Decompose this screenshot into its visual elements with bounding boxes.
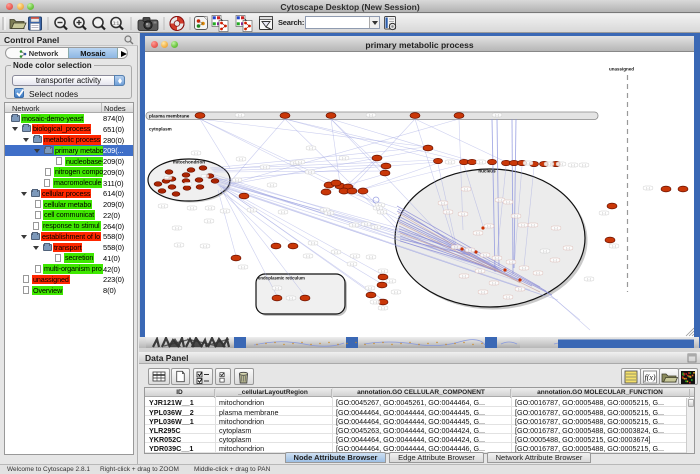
svg-text:unassigned: unassigned xyxy=(609,67,634,72)
svg-text:[...]: [...] xyxy=(495,256,499,260)
svg-text:[...]: [...] xyxy=(492,281,496,285)
svg-text:[...]: [...] xyxy=(461,212,465,216)
svg-text:[...]: [...] xyxy=(498,198,502,202)
svg-text:[...]: [...] xyxy=(582,163,586,167)
svg-text:[...]: [...] xyxy=(207,219,211,223)
svg-text:[...]: [...] xyxy=(374,225,378,229)
svg-text:[...]: [...] xyxy=(448,160,452,164)
svg-text:[...]: [...] xyxy=(364,222,368,226)
svg-text:[...]: [...] xyxy=(353,254,357,258)
svg-text:[...]: [...] xyxy=(235,178,239,182)
svg-text:[...]: [...] xyxy=(368,286,372,290)
svg-text:[...]: [...] xyxy=(479,160,483,164)
svg-text:[...]: [...] xyxy=(223,209,227,213)
svg-text:[...]: [...] xyxy=(521,223,525,227)
svg-text:[...]: [...] xyxy=(522,266,526,270)
svg-text:[...]: [...] xyxy=(270,183,274,187)
svg-text:[...]: [...] xyxy=(446,210,450,214)
svg-text:[...]: [...] xyxy=(483,253,487,257)
svg-text:[...]: [...] xyxy=(306,254,310,258)
svg-text:[...]: [...] xyxy=(468,248,472,252)
svg-text:[...]: [...] xyxy=(263,165,267,169)
svg-text:[...]: [...] xyxy=(518,287,522,291)
svg-text:[...]: [...] xyxy=(464,187,468,191)
svg-text:[...]: [...] xyxy=(342,156,346,160)
svg-text:[...]: [...] xyxy=(250,208,254,212)
svg-text:[...]: [...] xyxy=(238,113,242,117)
svg-text:1:1: 1:1 xyxy=(113,21,120,26)
svg-text:[...]: [...] xyxy=(543,249,547,253)
svg-text:[...]: [...] xyxy=(571,163,575,167)
svg-text:[...]: [...] xyxy=(380,210,384,214)
svg-text:[...]: [...] xyxy=(506,295,510,299)
svg-text:[...]: [...] xyxy=(553,258,557,262)
svg-text:[...]: [...] xyxy=(646,186,650,190)
svg-text:[...]: [...] xyxy=(275,286,279,290)
svg-text:[...]: [...] xyxy=(462,274,466,278)
svg-text:[...]: [...] xyxy=(514,214,518,218)
svg-text:[...]: [...] xyxy=(289,296,293,300)
svg-text:[...]: [...] xyxy=(369,255,373,259)
svg-text:mitochondrion: mitochondrion xyxy=(173,160,205,165)
svg-text:[...]: [...] xyxy=(454,245,458,249)
svg-text:[...]: [...] xyxy=(311,241,315,245)
svg-text:[...]: [...] xyxy=(495,113,499,117)
svg-text:[...]: [...] xyxy=(175,226,179,230)
svg-text:[...]: [...] xyxy=(334,250,338,254)
svg-text:[...]: [...] xyxy=(441,201,445,205)
svg-text:[...]: [...] xyxy=(481,290,485,294)
svg-text:[...]: [...] xyxy=(203,244,207,248)
svg-text:[...]: [...] xyxy=(487,224,491,228)
svg-text:[...]: [...] xyxy=(373,300,377,304)
svg-text:[...]: [...] xyxy=(526,161,530,165)
svg-text:cytoplasm: cytoplasm xyxy=(149,126,172,131)
svg-text:[...]: [...] xyxy=(506,200,510,204)
svg-text:[...]: [...] xyxy=(327,211,331,215)
svg-text:[...]: [...] xyxy=(381,269,385,273)
svg-text:[...]: [...] xyxy=(369,113,373,117)
svg-text:[...]: [...] xyxy=(309,146,313,150)
svg-text:[...]: [...] xyxy=(308,170,312,174)
svg-text:[...]: [...] xyxy=(587,277,591,281)
svg-text:[...]: [...] xyxy=(208,206,212,210)
svg-text:[...]: [...] xyxy=(281,210,285,214)
svg-text:[...]: [...] xyxy=(241,265,245,269)
svg-text:plasma membrane: plasma membrane xyxy=(149,113,190,118)
svg-text:[...]: [...] xyxy=(531,223,535,227)
svg-text:[...]: [...] xyxy=(381,306,385,310)
svg-text:[...]: [...] xyxy=(389,279,393,283)
svg-text:[...]: [...] xyxy=(190,206,194,210)
svg-text:[...]: [...] xyxy=(559,162,563,166)
svg-text:[...]: [...] xyxy=(352,223,356,227)
svg-text:[...]: [...] xyxy=(376,206,380,210)
svg-text:f(x): f(x) xyxy=(644,373,655,382)
svg-text:[...]: [...] xyxy=(566,246,570,250)
svg-text:[...]: [...] xyxy=(536,271,540,275)
svg-text:[...]: [...] xyxy=(476,231,480,235)
svg-text:[...]: [...] xyxy=(394,290,398,294)
svg-text:[...]: [...] xyxy=(350,262,354,266)
svg-text:[...]: [...] xyxy=(177,243,181,247)
svg-text:[...]: [...] xyxy=(547,162,551,166)
svg-text:[...]: [...] xyxy=(509,260,513,264)
svg-text:[...]: [...] xyxy=(554,226,558,230)
svg-text:[...]: [...] xyxy=(478,269,482,273)
svg-text:[...]: [...] xyxy=(194,151,198,155)
svg-text:[...]: [...] xyxy=(239,157,243,161)
svg-text:endoplasmic reticulum: endoplasmic reticulum xyxy=(258,276,305,281)
svg-text:[...]: [...] xyxy=(298,160,302,164)
svg-text:[...]: [...] xyxy=(161,204,165,208)
svg-text:[...]: [...] xyxy=(612,244,616,248)
svg-text:[...]: [...] xyxy=(602,211,606,215)
